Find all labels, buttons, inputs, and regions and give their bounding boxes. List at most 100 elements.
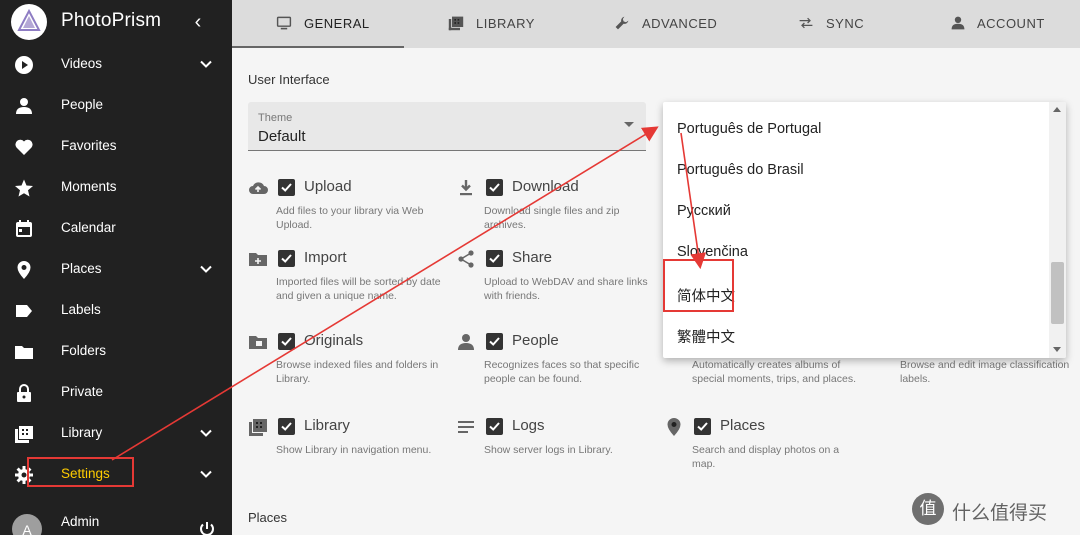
logs-description: Show server logs in Library. [484,444,613,456]
logs-checkbox[interactable] [486,418,503,435]
download-description: Download single files and zip archives. [484,205,620,231]
person-icon [16,98,32,114]
sidebar-item-places[interactable]: Places [0,250,232,288]
language-option[interactable]: Português de Portugal [663,109,1049,150]
power-icon[interactable] [198,520,216,535]
chevron-down-icon[interactable] [199,426,213,440]
tab-label: SYNC [826,16,865,31]
tab-advanced[interactable]: ADVANCED [576,0,748,48]
watermark-logo: 值 [912,493,944,525]
sidebar-item-private[interactable]: Private [0,373,232,411]
import-description: Imported files will be sorted by date an… [276,276,441,302]
places-description: Search and display photos on a map. [692,444,840,470]
scroll-thumb[interactable] [1051,262,1064,324]
play-circle-icon [15,56,33,74]
sidebar-item-label: Library [61,425,103,440]
tab-label: GENERAL [304,16,370,31]
tab-label: ACCOUNT [977,16,1045,31]
share-checkbox[interactable] [486,250,503,267]
tab-general[interactable]: GENERAL [232,0,404,48]
section-title-places: Places [248,510,288,525]
watermark-text: 什么值得买 [952,503,1048,524]
sidebar-item-people[interactable]: People [0,86,232,124]
import-title: Import [304,249,347,266]
person-icon [458,334,474,350]
sidebar-item-label: Favorites [61,138,117,153]
feature-7-description: Browse and edit image classification lab… [900,359,1070,385]
people-description: Recognizes faces so that specific people… [484,359,640,385]
sidebar: PhotoPrism ‹ Videos People Favorites Moment… [0,0,232,535]
language-option[interactable]: 繁體中文 [663,314,1049,355]
originals-checkbox[interactable] [278,333,295,350]
language-option[interactable]: Português do Brasil [663,150,1049,191]
wrench-icon [615,16,629,30]
caret-down-icon [624,122,634,127]
feature-6-description: Automatically creates albums of special … [692,359,856,385]
logs-title: Logs [512,417,545,434]
tab-account[interactable]: ACCOUNT [920,0,1080,48]
collapse-sidebar-button[interactable]: ‹ [188,10,208,34]
library-icon [15,426,33,443]
language-option-label: Русский [677,203,731,219]
upload-description: Add files to your library via Web Upload… [276,205,424,231]
theme-select-value: Default [258,128,306,145]
sidebar-item-library[interactable]: Library [0,414,232,452]
theme-select[interactable]: Theme Default [248,102,646,151]
originals-title: Originals [304,332,364,349]
download-checkbox[interactable] [486,179,503,196]
share-icon [458,250,474,268]
sidebar-item-favorites[interactable]: Favorites [0,127,232,165]
sidebar-item-moments[interactable]: Moments [0,168,232,206]
upload-checkbox[interactable] [278,179,295,196]
places-checkbox[interactable] [694,418,711,435]
calendar-icon [16,220,32,237]
share-description: Upload to WebDAV and share links with fr… [484,276,648,302]
star-icon [15,179,33,197]
chevron-down-icon[interactable] [199,57,213,71]
theme-select-label: Theme [258,112,293,124]
people-title: People [512,332,559,349]
sidebar-item-label: Videos [61,56,103,71]
lock-icon [17,384,31,402]
people-checkbox[interactable] [486,333,503,350]
language-option-label: Slovenčina [677,244,748,260]
tab-library[interactable]: LIBRARY [404,0,576,48]
language-option[interactable]: Русский [663,191,1049,232]
share-title: Share [512,249,553,266]
chevron-down-icon[interactable] [199,467,213,481]
person-icon [951,16,965,30]
sidebar-item-folders[interactable]: Folders [0,332,232,370]
chevron-down-icon[interactable] [199,262,213,276]
section-title-user-interface: User Interface [248,72,330,87]
label-icon [16,305,32,317]
places-title: Places [720,417,766,434]
download-icon [460,180,472,196]
sidebar-item-labels[interactable]: Labels [0,291,232,329]
language-dropdown-menu: Português de Portugal Português do Brasil… [663,102,1066,358]
photoprism-logo [11,4,47,40]
app-title: PhotoPrism [61,10,162,31]
folder-icon [15,346,33,359]
library-description: Show Library in navigation menu. [276,444,432,456]
dropdown-scrollbar[interactable] [1049,102,1066,358]
originals-description: Browse indexed files and folders in Libr… [276,359,439,385]
scroll-up-icon[interactable] [1053,107,1061,112]
tab-sync[interactable]: SYNC [748,0,920,48]
cloud-upload-icon [249,182,268,194]
tab-label: ADVANCED [642,16,718,31]
download-title: Download [512,178,579,195]
scroll-down-icon[interactable] [1053,347,1061,352]
library-checkbox[interactable] [278,418,295,435]
sidebar-item-videos[interactable]: Videos [0,45,232,83]
sidebar-item-calendar[interactable]: Calendar [0,209,232,247]
sidebar-item-label: Folders [61,343,107,358]
settings-annotation-box [27,457,134,487]
language-option-label: Português de Portugal [677,121,822,137]
logs-icon [458,421,474,433]
sidebar-item-label: Places [61,261,102,276]
heart-icon [15,139,33,155]
library-icon [249,419,267,436]
import-checkbox[interactable] [278,250,295,267]
watermark: 值 什么值得买 [912,493,1072,527]
admin-account[interactable]: A Admin [0,505,232,535]
